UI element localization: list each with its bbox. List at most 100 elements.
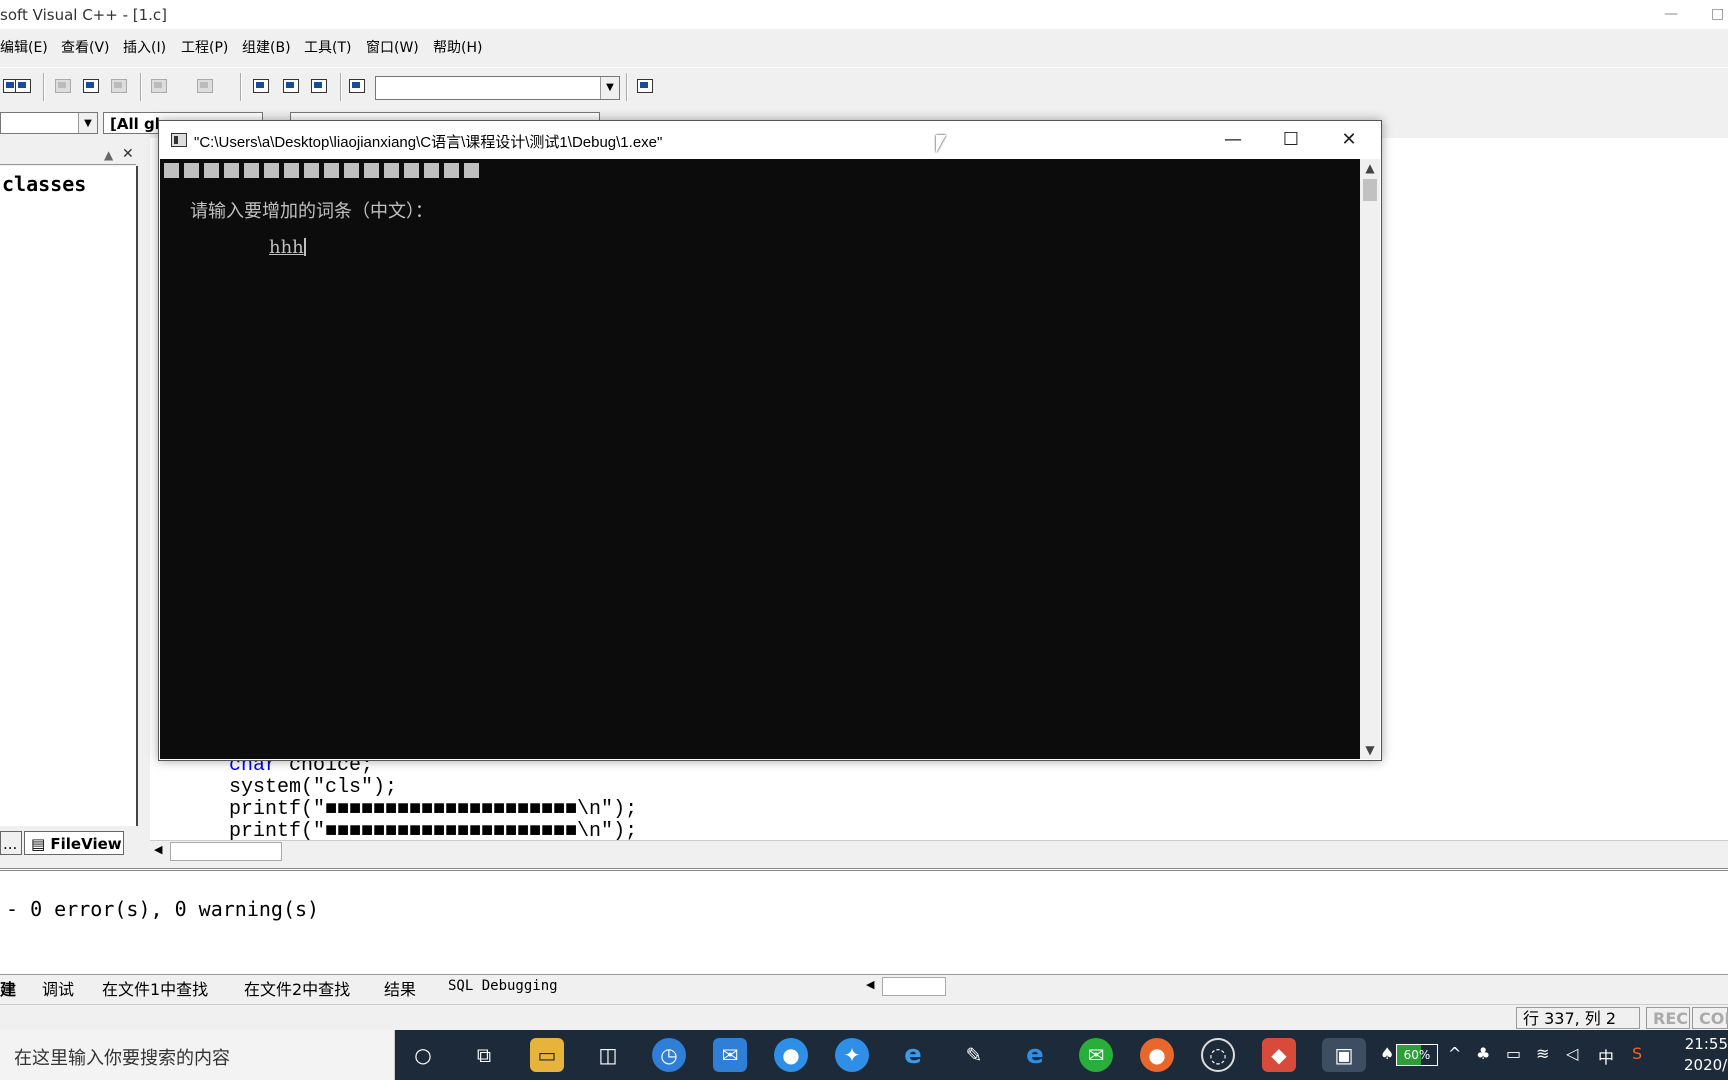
store-icon[interactable]: ◫	[591, 1038, 625, 1072]
ie-icon[interactable]: e	[896, 1038, 930, 1072]
tray-leaf-icon[interactable]: ♠	[1380, 1044, 1394, 1063]
sogou-icon[interactable]: S	[1632, 1044, 1642, 1063]
feishu-icon[interactable]: ✦	[835, 1038, 869, 1072]
dock-icon[interactable]: ▲	[104, 148, 113, 162]
app-icon[interactable]: ◆	[1262, 1038, 1296, 1072]
scroll-thumb[interactable]	[170, 842, 282, 861]
workspace-icon[interactable]	[250, 76, 272, 96]
console-app-icon	[171, 133, 187, 147]
chevron-down-icon[interactable]: ▼	[78, 113, 97, 133]
save-all-icon[interactable]	[12, 76, 34, 96]
console-input[interactable]: hhh	[269, 237, 306, 258]
workspace-grip[interactable]: ▲ ✕	[0, 146, 136, 165]
toolbar-separator	[140, 73, 142, 101]
editor-hscrollbar[interactable]: ◀	[150, 840, 1728, 861]
console-block	[184, 163, 199, 178]
menu-help[interactable]: 帮助(H)	[433, 37, 482, 57]
tab-debug[interactable]: 调试	[42, 976, 74, 1000]
windows-list-icon[interactable]	[308, 76, 330, 96]
console-title-bar[interactable]: "C:\Users\a\Desktop\liaojianxiang\C语言\课程…	[159, 121, 1381, 158]
scroll-left-icon[interactable]: ◀	[866, 978, 874, 991]
qq-tray-icon[interactable]: ♣	[1476, 1044, 1490, 1063]
chevron-up-icon[interactable]: ^	[1448, 1044, 1461, 1063]
console-block	[244, 163, 259, 178]
clock-app-icon[interactable]: ◷	[652, 1038, 686, 1072]
ide-window-title: soft Visual C++ - [1.c]	[0, 6, 168, 24]
find-combo[interactable]: ▼	[375, 76, 620, 100]
cursor-position: 行 337, 列 2	[1516, 1007, 1640, 1029]
toolbar-separator	[43, 73, 45, 101]
wifi-icon[interactable]: ≋	[1536, 1044, 1549, 1063]
ide-minimize-button[interactable]: —	[1664, 6, 1678, 22]
maximize-button[interactable]: ☐	[1263, 121, 1319, 158]
mail-icon[interactable]: ✉	[713, 1038, 747, 1072]
menu-project[interactable]: 工程(P)	[181, 37, 228, 57]
console-output[interactable]: 请输入要增加的词条（中文）： hhh	[160, 159, 1360, 759]
redo-icon[interactable]	[194, 76, 216, 96]
ime-indicator[interactable]: 中	[1598, 1044, 1614, 1068]
menu-build[interactable]: 组建(B)	[242, 37, 291, 57]
find-icon[interactable]	[634, 76, 656, 96]
cortana-icon[interactable]: ○	[406, 1038, 440, 1072]
menu-view[interactable]: 查看(V)	[61, 37, 110, 57]
console-block	[204, 163, 219, 178]
close-button[interactable]: ✕	[1321, 121, 1377, 158]
qq-browser-icon[interactable]: ●	[774, 1038, 808, 1072]
edge-icon[interactable]: e	[1018, 1038, 1052, 1072]
scroll-thumb[interactable]	[1363, 179, 1377, 201]
tab-build[interactable]: 建	[0, 976, 16, 1000]
tree-node-classes[interactable]: classes	[2, 172, 86, 196]
scroll-left-icon[interactable]: ◀	[154, 843, 162, 856]
tab-sql-debugging[interactable]: SQL Debugging	[448, 978, 558, 994]
class-filter-combo[interactable]: ▼	[0, 112, 98, 134]
file-explorer-icon[interactable]: ▭	[530, 1038, 564, 1072]
tab-classview[interactable]: ...	[0, 831, 22, 855]
wechat-icon[interactable]: ✉	[1079, 1038, 1113, 1072]
tab-fileview[interactable]: ▤ FileView	[24, 831, 124, 855]
console-block	[224, 163, 239, 178]
clock-date: 2020/3	[1684, 1056, 1728, 1074]
scroll-thumb[interactable]	[882, 977, 946, 996]
find-in-files-icon[interactable]	[346, 76, 368, 96]
obs-icon[interactable]: ◌	[1201, 1038, 1235, 1072]
menu-edit[interactable]: 编辑(E)	[0, 37, 48, 57]
output-pane[interactable]: - 0 error(s), 0 warning(s)	[0, 868, 1728, 977]
output-hscrollbar[interactable]: ◀	[860, 974, 1728, 997]
close-icon[interactable]: ✕	[122, 146, 134, 162]
menu-insert[interactable]: 插入(I)	[123, 37, 166, 57]
taskbar: 在这里输入你要搜索的内容 ○ ⧉ ▭ ◫ ◷ ✉ ● ✦ e ✎ e ✉ ● ◌…	[0, 1030, 1728, 1080]
file-icon: ▤	[31, 835, 51, 853]
scroll-down-icon[interactable]: ▼	[1360, 741, 1380, 759]
menu-tools[interactable]: 工具(T)	[304, 37, 351, 57]
minimize-button[interactable]: —	[1205, 121, 1261, 158]
power-icon[interactable]: ▭	[1506, 1044, 1521, 1063]
firefox-icon[interactable]: ●	[1140, 1038, 1174, 1072]
console-block	[364, 163, 379, 178]
workspace-tree[interactable]: classes	[0, 166, 138, 826]
tab-find-in-files-1[interactable]: 在文件1中查找	[102, 976, 208, 1000]
system-clock[interactable]: 21:55 2020/3	[1684, 1034, 1728, 1076]
paste-icon[interactable]	[108, 76, 130, 96]
visual-cpp-icon[interactable]: ▣	[1322, 1038, 1366, 1072]
menu-window[interactable]: 窗口(W)	[366, 37, 419, 57]
code-text: system("cls");	[229, 776, 398, 799]
code-text: printf("■■■■■■■■■■■■■■■■■■■■■\n");	[229, 798, 638, 821]
output-icon[interactable]	[280, 76, 302, 96]
taskbar-search[interactable]: 在这里输入你要搜索的内容	[0, 1030, 395, 1080]
chevron-down-icon[interactable]: ▼	[600, 77, 619, 99]
volume-icon[interactable]: ◁	[1566, 1044, 1578, 1063]
tab-results[interactable]: 结果	[384, 976, 416, 1000]
console-block	[384, 163, 399, 178]
ide-maximize-button[interactable]: □	[1711, 6, 1724, 22]
scroll-up-icon[interactable]: ▲	[1360, 159, 1380, 177]
task-view-icon[interactable]: ⧉	[467, 1038, 501, 1072]
undo-icon[interactable]	[148, 76, 170, 96]
console-window[interactable]: "C:\Users\a\Desktop\liaojianxiang\C语言\课程…	[158, 120, 1382, 761]
battery-indicator[interactable]: 60%	[1396, 1044, 1438, 1066]
console-vscrollbar[interactable]: ▲ ▼	[1360, 159, 1380, 759]
paint-icon[interactable]: ✎	[957, 1038, 991, 1072]
code-line: system("cls");	[229, 776, 397, 799]
cut-icon[interactable]	[52, 76, 74, 96]
copy-icon[interactable]	[80, 76, 102, 96]
tab-find-in-files-2[interactable]: 在文件2中查找	[244, 976, 350, 1000]
